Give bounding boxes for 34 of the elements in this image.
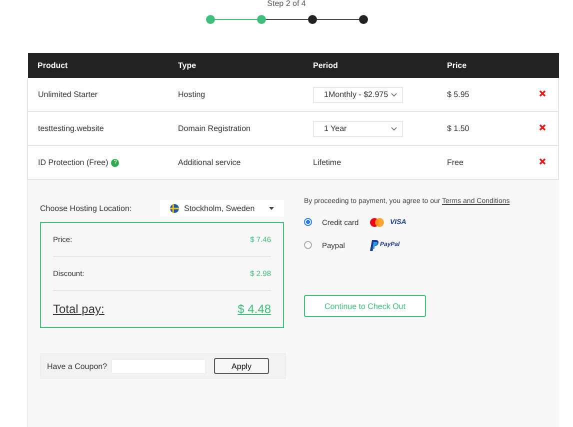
total-label: Total pay: (53, 302, 104, 316)
chevron-down-icon (391, 92, 397, 96)
column-header: Product (28, 53, 168, 78)
coupon-label: Have a Coupon? (47, 362, 108, 370)
apply-button[interactable]: Apply (214, 358, 270, 374)
location-dropdown[interactable]: Stockholm, Sweden (160, 200, 284, 217)
column-header: Price (437, 53, 527, 78)
flag-icon (170, 204, 179, 213)
product-name: Unlimited Starter (38, 90, 98, 99)
location-label: Choose Hosting Location: (40, 204, 132, 213)
column-header: Period (303, 53, 437, 78)
price-text: $ 1.50 (447, 124, 470, 133)
step-indicator-label: Step 2 of 4 (267, 0, 306, 9)
radio-button[interactable] (304, 218, 312, 226)
price-text: Free (447, 158, 464, 167)
period-dropdown[interactable]: 1Monthly - $2.975 (313, 86, 403, 102)
remove-icon[interactable] (539, 90, 546, 97)
remove-icon[interactable] (539, 158, 546, 165)
mastercard-icon (370, 218, 384, 226)
product-name: ID Protection (Free) (38, 158, 108, 167)
caret-down-icon (269, 207, 274, 210)
radio-button[interactable] (304, 241, 312, 249)
product-type: Domain Registration (178, 124, 250, 133)
chevron-down-icon (391, 126, 397, 130)
product-type: Additional service (178, 158, 241, 167)
column-header: Type (168, 53, 303, 78)
period-dropdown[interactable]: 1 Year (313, 120, 403, 136)
paypal-icon (370, 240, 379, 250)
product-type: Hosting (178, 90, 206, 99)
total-value: $ 4.48 (238, 302, 271, 316)
period-text: Lifetime (313, 158, 342, 167)
remove-icon[interactable] (539, 124, 546, 131)
price-text: $ 5.95 (447, 90, 470, 99)
product-name: testtesting.website (38, 124, 104, 133)
